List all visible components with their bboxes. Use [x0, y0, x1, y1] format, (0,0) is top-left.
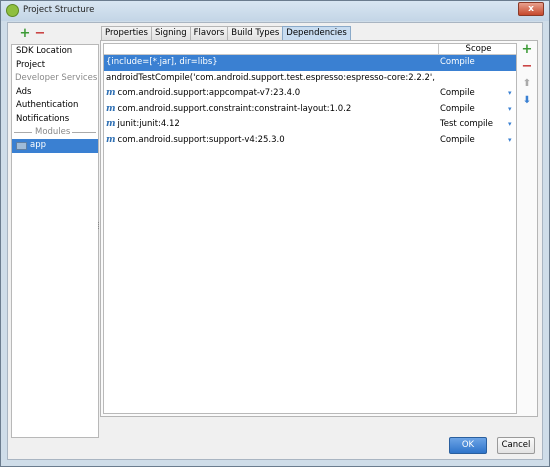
maven-library-icon: m: [106, 134, 116, 145]
dependency-text: com.android.support:support-v4:25.3.0: [117, 134, 285, 145]
dependency-text: junit:junit:4.12: [117, 119, 180, 129]
scope-cell[interactable]: Compile: [440, 102, 518, 118]
dependency-text: com.android.support:appcompat-v7:23.4.0: [117, 88, 301, 98]
modules-header: Modules: [33, 126, 73, 139]
add-icon[interactable]: +: [18, 27, 32, 41]
dependencies-toolbar: + − ⬆ ⬇: [519, 43, 535, 111]
sidebar-item-app[interactable]: app: [12, 139, 98, 153]
separator-line: [70, 132, 96, 133]
maven-library-icon: m: [106, 88, 116, 98]
remove-icon[interactable]: −: [33, 27, 47, 41]
tab-bar: Properties Signing Flavors Build Types D…: [101, 26, 351, 40]
dependency-cell: m com.android.support:support-v4:25.3.0: [106, 133, 438, 149]
add-dependency-icon[interactable]: +: [520, 43, 534, 57]
cancel-button[interactable]: Cancel: [497, 437, 535, 454]
table-body: {include=[*.jar], dir=libs} Compile androi…: [104, 55, 516, 148]
dependencies-panel: Scope {include=[*.jar], dir=libs} Compile…: [100, 40, 538, 417]
scope-cell[interactable]: Compile: [440, 55, 518, 71]
ok-button[interactable]: OK: [449, 437, 487, 454]
close-button[interactable]: x: [518, 2, 544, 16]
left-panel: + − SDK Location Project Developer Servi…: [11, 26, 99, 438]
sidebar-item-project[interactable]: Project: [12, 59, 98, 73]
table-row[interactable]: androidTestCompile('com.android.support.…: [104, 71, 516, 87]
dependency-text: {include=[*.jar], dir=libs}: [106, 57, 218, 67]
dependency-text: androidTestCompile('com.android.support.…: [106, 72, 438, 83]
dependency-cell: androidTestCompile('com.android.support.…: [106, 71, 438, 87]
scope-cell[interactable]: Test compile: [440, 117, 518, 133]
dependency-cell: m com.android.support.constraint:constrai…: [106, 102, 438, 118]
scope-cell[interactable]: Compile: [440, 86, 518, 102]
dialog-content: + − SDK Location Project Developer Servi…: [7, 22, 543, 460]
developer-services-header: Developer Services: [15, 73, 98, 83]
table-row[interactable]: m com.android.support.constraint:constrai…: [104, 102, 516, 118]
tab-flavors[interactable]: Flavors: [189, 26, 229, 40]
left-toolbar: + −: [11, 26, 99, 44]
remove-dependency-icon[interactable]: −: [520, 60, 534, 74]
table-row[interactable]: m com.android.support:support-v4:25.3.0 Co…: [104, 133, 516, 149]
maven-library-icon: m: [106, 119, 116, 129]
window-title: Project Structure: [23, 5, 95, 15]
scope-dropdown-icon[interactable]: ▾: [508, 133, 512, 149]
table-row[interactable]: {include=[*.jar], dir=libs} Compile: [104, 55, 516, 71]
dependency-cell: m junit:junit:4.12: [106, 117, 438, 133]
tab-properties[interactable]: Properties: [101, 26, 152, 40]
maven-library-icon: m: [106, 103, 116, 114]
scope-dropdown-icon[interactable]: ▾: [508, 117, 512, 133]
move-down-icon[interactable]: ⬇: [520, 94, 534, 108]
scope-column-header[interactable]: Scope: [439, 44, 518, 55]
module-label: app: [30, 140, 46, 150]
tab-signing[interactable]: Signing: [150, 26, 191, 40]
scope-dropdown-icon[interactable]: ▾: [508, 86, 512, 102]
title-bar: Project Structure x: [1, 1, 549, 21]
dependency-cell: m com.android.support:appcompat-v7:23.4.0: [106, 86, 438, 102]
sidebar-list: SDK Location Project Developer Services …: [11, 44, 99, 438]
modules-separator: Modules: [12, 126, 98, 139]
dependency-text: com.android.support.constraint:constrain…: [117, 103, 352, 114]
scope-dropdown-icon[interactable]: ▾: [508, 102, 512, 118]
module-folder-icon: [16, 141, 27, 150]
dependency-cell: {include=[*.jar], dir=libs}: [106, 55, 438, 71]
scope-cell[interactable]: Compile: [440, 133, 518, 149]
separator-line: [14, 132, 32, 133]
move-up-icon[interactable]: ⬆: [520, 77, 534, 91]
android-studio-icon: [6, 4, 19, 17]
sidebar-item-notifications[interactable]: Notifications: [12, 113, 98, 127]
sidebar-item-ads[interactable]: Ads: [12, 86, 98, 100]
dependencies-table: Scope {include=[*.jar], dir=libs} Compile…: [103, 43, 517, 414]
sidebar-item-sdk-location[interactable]: SDK Location: [12, 45, 98, 59]
tab-build-types[interactable]: Build Types: [227, 26, 284, 40]
sidebar-item-authentication[interactable]: Authentication: [12, 99, 98, 113]
table-row[interactable]: m com.android.support:appcompat-v7:23.4.0…: [104, 86, 516, 102]
table-header: Scope: [104, 44, 516, 55]
table-row[interactable]: m junit:junit:4.12 Test compile ▾: [104, 117, 516, 133]
project-structure-window: Project Structure x + − SDK Location Pro…: [0, 0, 550, 467]
tab-dependencies[interactable]: Dependencies: [282, 26, 351, 40]
